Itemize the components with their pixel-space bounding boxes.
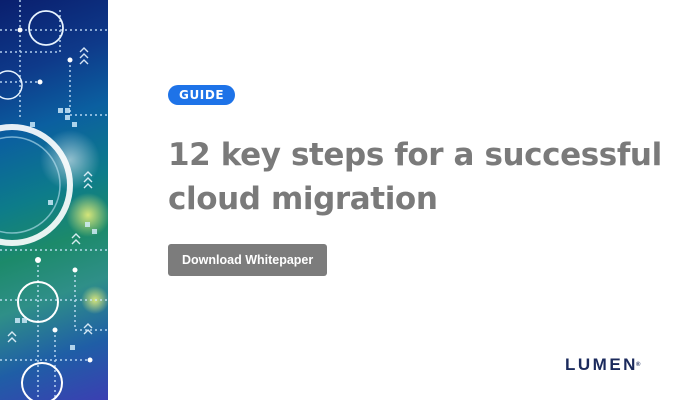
bokeh-glow	[66, 193, 108, 237]
pixel-block	[92, 229, 97, 234]
circuit-graphic	[0, 0, 108, 400]
title-line-1: 12 key steps for a successful	[168, 137, 662, 173]
pixel-block	[65, 108, 70, 113]
chevron-up-icon	[79, 47, 89, 65]
logo-text: LUMEN	[565, 355, 638, 374]
pixel-block	[22, 318, 27, 323]
pixel-block	[70, 345, 75, 350]
pixel-block	[58, 108, 63, 113]
pixel-block	[48, 200, 53, 205]
node	[72, 267, 78, 273]
node	[67, 57, 73, 63]
circuit-line	[69, 60, 108, 116]
circuit-illustration	[0, 0, 108, 400]
node	[17, 27, 23, 33]
guide-badge: GUIDE	[168, 85, 236, 105]
pixel-block	[85, 222, 90, 227]
title-line-2: cloud migration	[168, 181, 438, 217]
ad-banner: GUIDE 12 key steps for a successful clou…	[0, 0, 680, 400]
ring	[28, 10, 64, 46]
pixel-block	[30, 122, 35, 127]
lumen-logo[interactable]: LUMEN®	[565, 355, 640, 375]
pixel-block	[72, 122, 77, 127]
chevron-up-icon	[71, 233, 81, 245]
pixel-block	[15, 318, 20, 323]
node	[52, 327, 58, 333]
node	[37, 79, 43, 85]
node	[87, 357, 93, 363]
ring	[0, 70, 23, 100]
node	[35, 257, 41, 263]
chevron-up-icon	[83, 323, 93, 335]
chevron-up-icon	[7, 331, 17, 343]
ring	[21, 362, 63, 400]
pixel-block	[65, 115, 70, 120]
content-area: GUIDE 12 key steps for a successful clou…	[168, 0, 662, 400]
registered-mark: ®	[635, 362, 641, 368]
page-title: 12 key steps for a successful cloud migr…	[168, 133, 662, 221]
download-whitepaper-button[interactable]: Download Whitepaper	[168, 244, 328, 276]
